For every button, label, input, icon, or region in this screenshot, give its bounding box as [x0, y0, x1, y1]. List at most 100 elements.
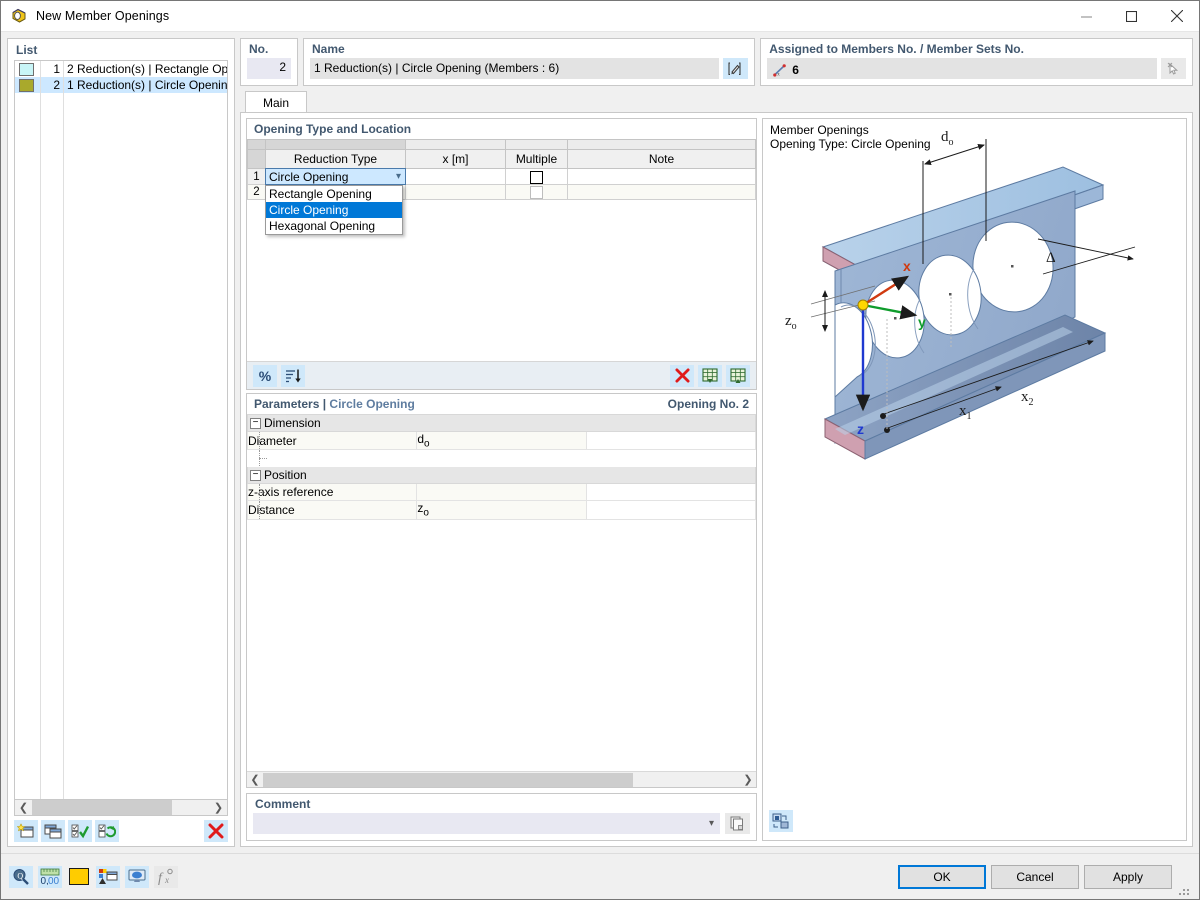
reduction-type-dropdown[interactable]: Rectangle Opening Circle Opening Hexagon…	[265, 185, 403, 235]
parameters-header: Parameters | Circle Opening Opening No. …	[247, 394, 756, 414]
search-button[interactable]: Q	[9, 865, 33, 888]
multiple-checkbox[interactable]	[530, 186, 543, 200]
spacer-cell	[585, 449, 757, 468]
close-button[interactable]	[1154, 1, 1199, 32]
reduction-type-value: Circle Opening	[269, 169, 349, 184]
param-group-dimension[interactable]: − Dimension	[247, 414, 756, 432]
list-item-label: 2 Reduction(s) | Rectangle Openin	[67, 62, 227, 76]
param-label-diameter: Diameter	[246, 430, 418, 451]
no-value[interactable]: 2	[247, 58, 291, 79]
copy-pages-icon[interactable]	[725, 813, 750, 834]
param-row[interactable]: Diameter do	[246, 430, 757, 451]
param-value-z-axis-reference[interactable]	[585, 483, 757, 502]
dimension-label-z-offset: zo	[785, 313, 797, 332]
name-input[interactable]: 1 Reduction(s) | Circle Opening (Members…	[310, 58, 720, 79]
cancel-button[interactable]: Cancel	[991, 864, 1079, 889]
param-symbol-distance: zo	[416, 500, 587, 520]
scroll-left-icon[interactable]: ❮	[247, 773, 263, 786]
select-all-button[interactable]	[68, 820, 92, 842]
assigned-input[interactable]: x 6	[767, 58, 1158, 79]
minimize-button[interactable]	[1064, 1, 1109, 32]
param-value-distance[interactable]	[585, 500, 757, 520]
symbol-sub: o	[423, 507, 429, 519]
tab-strip: Main	[245, 91, 1193, 113]
dropdown-option-hexagonal[interactable]: Hexagonal Opening	[266, 218, 402, 234]
chevron-down-icon[interactable]: ▾	[709, 818, 714, 829]
note-cell[interactable]	[567, 168, 756, 185]
param-value-diameter[interactable]	[585, 430, 757, 451]
multiple-cell[interactable]	[505, 183, 568, 201]
param-group-label: Position	[264, 468, 307, 483]
render-button[interactable]	[96, 865, 120, 888]
dropdown-option-circle[interactable]: Circle Opening	[266, 202, 402, 218]
param-label-z-axis-reference: z-axis reference	[246, 483, 418, 502]
col-head-x[interactable]: x [m]	[405, 149, 506, 169]
svg-text:Q: Q	[17, 871, 23, 880]
collapse-icon[interactable]: −	[250, 469, 261, 481]
param-row[interactable]: Distance zo	[246, 500, 757, 520]
param-group-row[interactable]: − Position	[247, 466, 756, 485]
assigned-group: Assigned to Members No. / Member Sets No…	[760, 38, 1194, 86]
scroll-right-icon[interactable]: ❯	[210, 800, 227, 815]
reduction-type-combo[interactable]: Circle Opening ▾	[265, 168, 406, 185]
param-group-position[interactable]: − Position	[247, 466, 756, 485]
param-row[interactable]: z-axis reference	[246, 483, 757, 502]
copy-item-button[interactable]	[41, 820, 65, 842]
export-table-button[interactable]	[726, 364, 750, 387]
edit-pencil-icon[interactable]	[723, 58, 749, 79]
dimension-label-diameter: do	[941, 129, 954, 148]
multiple-checkbox[interactable]	[530, 170, 543, 184]
list-item[interactable]: 2 1 Reduction(s) | Circle Opening (M	[15, 77, 227, 93]
reduction-type-cell[interactable]: Circle Opening ▾ Rectangle Opening Circl…	[265, 168, 406, 235]
new-item-button[interactable]	[14, 820, 38, 842]
assigned-caption: Assigned to Members No. / Member Sets No…	[769, 42, 1024, 56]
list-horizontal-scrollbar[interactable]: ❮ ❯	[14, 799, 228, 816]
view-mode-icon[interactable]	[769, 810, 793, 832]
list-item[interactable]: 1 2 Reduction(s) | Rectangle Openin	[15, 61, 227, 77]
svg-text:x: x	[164, 875, 169, 885]
display-button[interactable]	[125, 865, 149, 888]
dimension-label-x2: x2	[1021, 389, 1034, 408]
beam-diagram[interactable]: do Δ x1 x2 zo x y z	[763, 119, 1186, 802]
pick-cursor-icon[interactable]	[1161, 58, 1187, 79]
table-row[interactable]: 1 Circle Opening ▾ Rectangle Opening Cir…	[247, 168, 756, 235]
col-head-multiple[interactable]: Multiple	[505, 149, 568, 169]
parameters-horizontal-scrollbar[interactable]: ❮ ❯	[247, 771, 756, 787]
maximize-button[interactable]	[1109, 1, 1154, 32]
import-table-button[interactable]	[698, 364, 722, 387]
multiple-cell[interactable]	[505, 168, 568, 185]
tab-main[interactable]: Main	[245, 91, 308, 113]
comment-input[interactable]: ▾	[253, 813, 720, 834]
ok-button[interactable]: OK	[898, 864, 986, 889]
delete-row-button[interactable]	[670, 364, 694, 387]
param-group-row[interactable]: − Dimension	[247, 414, 756, 432]
axis-label-x: x	[903, 258, 911, 274]
invert-selection-button[interactable]	[95, 820, 119, 842]
resize-grip[interactable]	[1177, 883, 1191, 897]
center-column: No. 2 Name 1 Reduction(s) | Circle Openi…	[240, 38, 1194, 847]
col-head-reduction-type[interactable]: Reduction Type	[265, 149, 406, 169]
sort-button[interactable]	[281, 364, 305, 387]
no-group: No. 2	[240, 38, 298, 86]
note-cell[interactable]	[567, 183, 756, 201]
scroll-thumb[interactable]	[32, 800, 172, 815]
delete-item-button[interactable]	[204, 820, 228, 842]
scroll-left-icon[interactable]: ❮	[15, 800, 32, 815]
comment-section: Comment ▾	[246, 793, 757, 841]
decimal-places-button[interactable]: 0, 00	[38, 865, 62, 888]
scroll-thumb[interactable]	[263, 772, 633, 787]
x-cell[interactable]	[405, 183, 506, 201]
percent-button[interactable]: %	[253, 364, 277, 387]
col-head-note[interactable]: Note	[567, 149, 756, 169]
collapse-icon[interactable]: −	[250, 417, 261, 429]
formula-button[interactable]: f x	[154, 865, 178, 888]
apply-button[interactable]: Apply	[1084, 864, 1172, 889]
axis-label-z: z	[857, 421, 864, 437]
dropdown-option-rectangle[interactable]: Rectangle Opening	[266, 186, 402, 202]
color-button[interactable]	[67, 866, 91, 888]
chevron-down-icon[interactable]: ▾	[396, 171, 401, 182]
assigned-value: 6	[792, 63, 799, 77]
list-items[interactable]: 1 2 Reduction(s) | Rectangle Openin 2 1 …	[14, 60, 228, 799]
scroll-right-icon[interactable]: ❯	[740, 773, 756, 786]
x-cell[interactable]	[405, 168, 506, 185]
